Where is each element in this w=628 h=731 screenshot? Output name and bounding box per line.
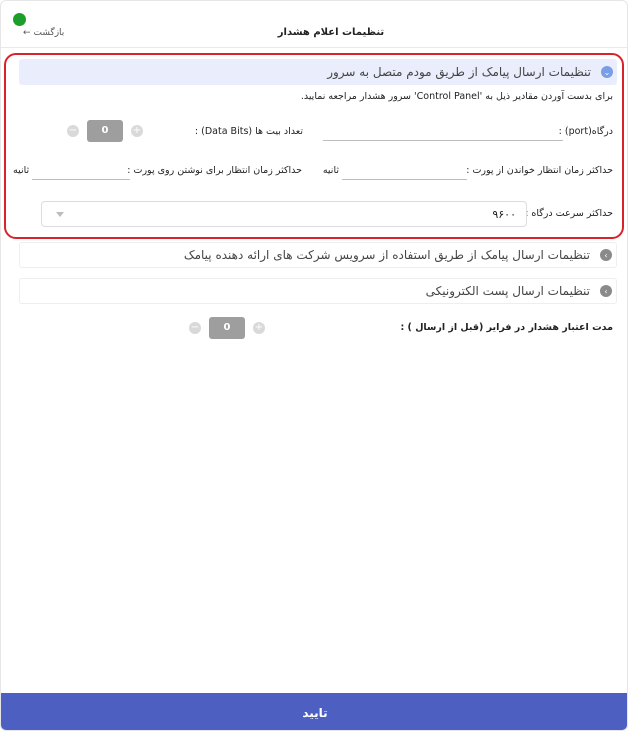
baud-label: حداکثر سرعت درگاه : [525,208,613,219]
dropdown-caret-icon [56,212,64,217]
page-title: تنظیمات اعلام هشدار [1,27,627,38]
section-sms-service-header[interactable]: › تنظیمات ارسال پیامک از طریق استفاده از… [19,242,617,268]
data-bits-value[interactable]: 0 [87,120,123,142]
baud-value: ۹۶۰۰ [492,208,516,221]
read-timeout-label: حداکثر زمان انتظار خواندن از پورت : [466,165,613,176]
page-title-text: تنظیمات اعلام هشدار [277,27,385,38]
settings-window: بازگشت ← تنظیمات اعلام هشدار ⌄ تنظیمات ا… [0,0,628,731]
read-timeout-unit: ثانیه [322,165,339,176]
increment-icon[interactable]: + [131,125,143,137]
data-bits-stepper: − 0 + [67,120,143,142]
validity-stepper: − 0 + [189,317,265,339]
decrement-icon[interactable]: − [189,322,201,334]
status-dot [13,13,26,26]
section-email-header[interactable]: › تنظیمات ارسال پست الکترونیکی [19,278,617,304]
validity-label: مدت اعتبار هشدار در فرایر (قبل از ارسال … [400,322,613,333]
baud-select[interactable]: ۹۶۰۰ [41,201,527,227]
confirm-button[interactable]: تایید [1,693,627,730]
read-timeout-field[interactable] [342,179,467,180]
data-bits-label: تعداد بیت ها (Data Bits) : [194,126,303,137]
section-email-title: تنظیمات ارسال پست الکترونیکی [425,284,590,298]
increment-icon[interactable]: + [253,322,265,334]
chevron-down-icon: ⌄ [601,66,613,78]
section-sms-modem-header[interactable]: ⌄ تنظیمات ارسال پیامک از طریق مودم متصل … [19,59,617,85]
port-field[interactable] [323,140,563,141]
section-sms-service-title: تنظیمات ارسال پیامک از طریق استفاده از س… [183,248,590,262]
chevron-right-icon: › [600,249,612,261]
chevron-right-icon: › [600,285,612,297]
write-timeout-field[interactable] [32,179,130,180]
header-divider [1,47,627,48]
confirm-label: تایید [302,705,328,720]
modem-note: برای بدست آوردن مقادیر ذیل به 'Control P… [300,91,613,102]
validity-value[interactable]: 0 [209,317,245,339]
section-sms-modem-title: تنظیمات ارسال پیامک از طریق مودم متصل به… [327,65,591,79]
write-timeout-label: حداکثر زمان انتظار برای نوشتن روی پورت : [127,165,302,176]
write-timeout-unit: ثانیه [13,165,30,176]
port-label: درگاه(port) : [558,126,613,137]
decrement-icon[interactable]: − [67,125,79,137]
